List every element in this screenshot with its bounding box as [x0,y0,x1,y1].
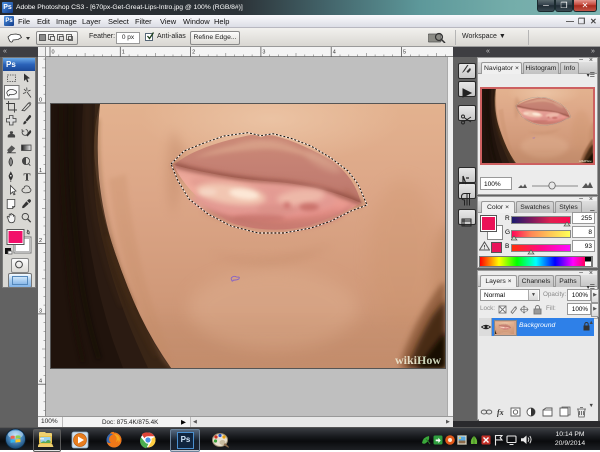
svg-text:4: 4 [39,379,42,385]
svg-text:3: 3 [39,308,42,314]
svg-text:1: 1 [122,50,125,56]
svg-text:fx: fx [497,408,504,417]
svg-text:2: 2 [192,50,195,56]
svg-text:0: 0 [52,50,55,56]
svg-text:3: 3 [262,50,265,56]
svg-text:1: 1 [39,168,42,174]
svg-text:0: 0 [39,98,42,104]
svg-text:4: 4 [333,50,336,56]
svg-text:T: T [24,173,31,184]
svg-text:5: 5 [403,50,406,56]
svg-text:2: 2 [39,238,42,244]
